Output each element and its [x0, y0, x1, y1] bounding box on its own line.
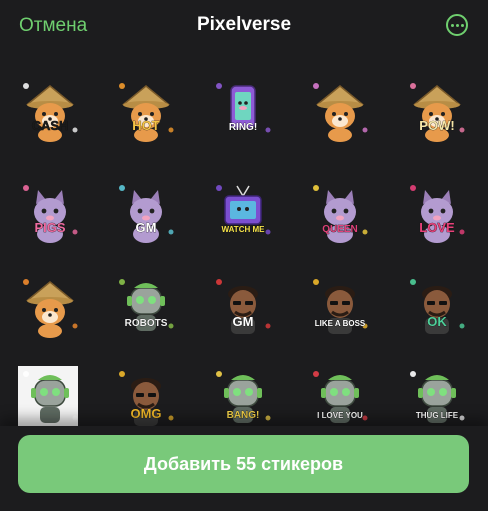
- sticker-love-you-robot[interactable]: I LOVE YOU: [304, 360, 376, 426]
- sticker-bang-robot-text: BANG!: [227, 410, 260, 421]
- sticker-gm-man-text: GM: [233, 314, 254, 329]
- header: Отмена Pixelverse: [0, 0, 488, 56]
- sticker-cash-dog-text: CASH: [32, 118, 69, 133]
- sticker-watch-me-tv-text: WATCH ME: [222, 225, 266, 234]
- sticker-ring-phone-text: RING!: [229, 122, 257, 133]
- sticker-love-cat-text: LOVE: [419, 220, 455, 235]
- add-stickers-button[interactable]: Добавить 55 стикеров: [18, 435, 469, 493]
- sticker-bone-dog[interactable]: [14, 268, 86, 340]
- sticker-grid: CASH HOT RING! POW! PIGS GM WATCH ME QUEEN LOVE R…: [0, 64, 488, 426]
- sticker-omg-man[interactable]: OMG: [110, 360, 182, 426]
- sticker-pigs-cat-text: PIGS: [34, 220, 65, 235]
- sticker-pack-title: Pixelverse: [196, 14, 292, 35]
- sticker-ok-man[interactable]: OK: [401, 268, 473, 340]
- more-options-icon[interactable]: [446, 14, 468, 36]
- sticker-boss-man-text: LIKE A BOSS: [315, 319, 366, 328]
- sticker-ok-man-text: OK: [427, 314, 447, 329]
- sticker-love-cat[interactable]: LOVE: [401, 174, 473, 246]
- sticker-robots-robot[interactable]: ROBOTS: [110, 268, 182, 340]
- sticker-omg-man-text: OMG: [130, 406, 161, 421]
- sticker-hot-dog-text: HOT: [132, 118, 160, 133]
- sticker-gm-man[interactable]: GM: [207, 268, 279, 340]
- sticker-boss-man[interactable]: LIKE A BOSS: [304, 268, 376, 340]
- sticker-gm-cat[interactable]: GM: [110, 174, 182, 246]
- sticker-ring-phone[interactable]: RING!: [207, 72, 279, 144]
- sticker-queen-cat[interactable]: QUEEN: [304, 174, 376, 246]
- sticker-watch-me-tv[interactable]: WATCH ME: [207, 174, 279, 246]
- sticker-pigs-cat[interactable]: PIGS: [14, 174, 86, 246]
- sticker-thug-life-robot-text: THUG LIFE: [416, 411, 459, 420]
- sticker-hot-dog[interactable]: HOT: [110, 72, 182, 144]
- footer: Добавить 55 стикеров: [0, 426, 488, 511]
- sticker-bang-robot[interactable]: BANG!: [207, 360, 279, 426]
- sticker-thug-life-robot[interactable]: THUG LIFE: [401, 360, 473, 426]
- sticker-robot-card[interactable]: [14, 360, 86, 426]
- sticker-robots-robot-text: ROBOTS: [125, 318, 168, 329]
- sticker-pow-dog-text: POW!: [419, 118, 454, 133]
- sticker-gm-cat-text: GM: [136, 220, 157, 235]
- sticker-love-you-robot-text: I LOVE YOU: [317, 411, 363, 420]
- sticker-cash-dog[interactable]: CASH: [14, 72, 86, 144]
- sticker-queen-cat-text: QUEEN: [322, 224, 358, 235]
- sticker-pow-dog[interactable]: POW!: [401, 72, 473, 144]
- sticker-candy-dog[interactable]: [304, 72, 376, 144]
